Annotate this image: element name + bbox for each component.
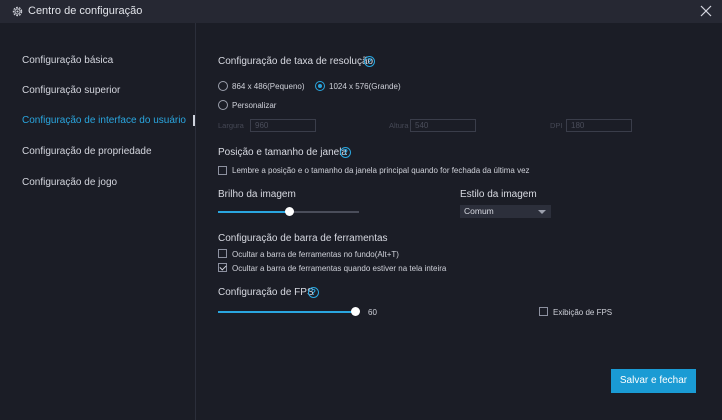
width-input[interactable]: 960: [250, 119, 316, 132]
resolution-large-radio[interactable]: [315, 81, 325, 91]
brightness-slider-fill: [218, 211, 289, 213]
dpi-label: DPI: [550, 121, 563, 130]
toolbar-title: Configuração de barra de ferramentas: [218, 233, 388, 244]
brightness-slider-thumb[interactable]: [284, 207, 294, 216]
gear-icon: [12, 6, 23, 17]
sidebar-item-user-interface[interactable]: Configuração de interface do usuário: [22, 115, 186, 126]
close-icon[interactable]: [700, 5, 712, 17]
brightness-title: Brilho da imagem: [218, 189, 296, 200]
active-item-marker: [193, 115, 195, 126]
resolution-small-label: 864 x 486(Pequeno): [232, 82, 305, 91]
title-bar: Centro de configuração: [0, 0, 722, 23]
resolution-custom-label: Personalizar: [232, 101, 277, 110]
resolution-title: Configuração de taxa de resolução: [218, 56, 374, 67]
position-title: Posição e tamanho de janela: [218, 147, 347, 158]
sidebar-item-property[interactable]: Configuração de propriedade: [22, 146, 152, 157]
sidebar-item-game[interactable]: Configuração de jogo: [22, 177, 117, 188]
resolution-large-label: 1024 x 576(Grande): [329, 82, 401, 91]
help-icon[interactable]: ?: [340, 147, 351, 158]
fps-title: Configuração de FPS: [218, 287, 314, 298]
fps-slider-thumb[interactable]: [351, 307, 360, 316]
fps-slider[interactable]: [218, 307, 360, 316]
help-icon[interactable]: ?: [308, 287, 319, 298]
show-fps-label: Exibição de FPS: [553, 308, 613, 317]
image-style-select[interactable]: Comum: [460, 205, 551, 218]
image-style-title: Estilo da imagem: [460, 189, 537, 200]
chevron-down-icon: [538, 210, 546, 214]
sidebar-item-basic[interactable]: Configuração básica: [22, 55, 113, 66]
width-label: Largura: [218, 121, 244, 130]
fps-value: 60: [368, 308, 377, 317]
show-fps-checkbox[interactable]: [539, 307, 548, 316]
hide-toolbar-background-checkbox[interactable]: [218, 249, 227, 258]
brightness-slider[interactable]: [218, 207, 359, 216]
window-title: Centro de configuração: [28, 5, 143, 17]
height-input[interactable]: 540: [410, 119, 476, 132]
sidebar-item-advanced[interactable]: Configuração superior: [22, 85, 120, 96]
resolution-small-radio[interactable]: [218, 81, 228, 91]
image-style-value: Comum: [464, 206, 494, 216]
sidebar: [0, 23, 196, 420]
save-and-close-button[interactable]: Salvar e fechar: [611, 369, 696, 393]
remember-position-label: Lembre a posição e o tamanho da janela p…: [232, 166, 530, 175]
help-icon[interactable]: ?: [364, 56, 375, 67]
fps-slider-fill: [218, 311, 355, 313]
height-label: Altura: [389, 121, 409, 130]
sidebar-divider: [195, 23, 196, 420]
remember-position-checkbox[interactable]: [218, 166, 227, 175]
resolution-custom-radio[interactable]: [218, 100, 228, 110]
hide-toolbar-fullscreen-label: Ocultar a barra de ferramentas quando es…: [232, 264, 447, 273]
hide-toolbar-background-label: Ocultar a barra de ferramentas no fundo(…: [232, 250, 399, 259]
dpi-input[interactable]: 180: [566, 119, 632, 132]
hide-toolbar-fullscreen-checkbox[interactable]: [218, 263, 227, 272]
